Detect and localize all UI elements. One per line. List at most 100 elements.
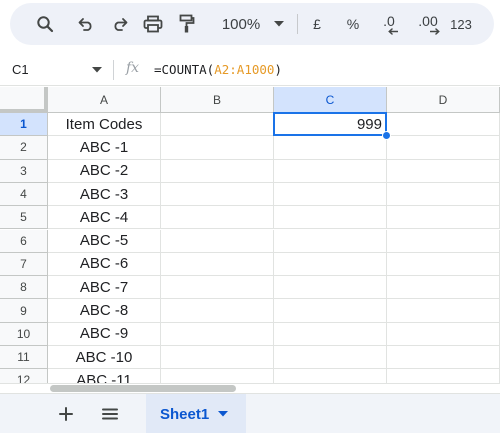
cell-d6[interactable]	[387, 229, 500, 253]
paint-format-button[interactable]	[174, 3, 200, 45]
formula-input[interactable]: =COUNTA(A2:A1000)	[154, 54, 282, 86]
horizontal-scrollbar-thumb[interactable]	[50, 385, 236, 392]
cell-a12[interactable]: ABC -11	[48, 369, 161, 383]
cell-b1[interactable]	[161, 113, 274, 137]
cell-b5[interactable]	[161, 206, 274, 230]
plus-icon	[59, 407, 73, 421]
name-box-caret-icon[interactable]	[92, 67, 102, 73]
cell-a6[interactable]: ABC -5	[48, 229, 161, 253]
row-header-12[interactable]: 12	[0, 369, 48, 383]
cell-c4[interactable]	[274, 182, 387, 207]
cell-b2[interactable]	[161, 136, 274, 160]
cell-b11[interactable]	[161, 346, 274, 370]
row-header-7[interactable]: 7	[0, 252, 48, 277]
cell-b9[interactable]	[161, 299, 274, 323]
cell-b7[interactable]	[161, 252, 274, 277]
row-header-11[interactable]: 11	[0, 346, 48, 370]
undo-button[interactable]	[74, 3, 98, 45]
cell-b4[interactable]	[161, 182, 274, 207]
toolbar-area: 100% £ % .0 .00 123	[0, 0, 500, 54]
cell-b12[interactable]	[161, 369, 274, 383]
cell-d3[interactable]	[387, 159, 500, 183]
toolbar-divider	[297, 14, 298, 34]
row-header-9[interactable]: 9	[0, 299, 48, 323]
cell-a9[interactable]: ABC -8	[48, 299, 161, 323]
formula-bar: C1 fx =COUNTA(A2:A1000)	[0, 54, 500, 86]
format-currency-button[interactable]: £	[308, 3, 326, 45]
cell-b10[interactable]	[161, 322, 274, 346]
column-header-a[interactable]: A	[48, 87, 161, 113]
horizontal-scrollbar[interactable]	[0, 383, 500, 393]
cell-b6[interactable]	[161, 229, 274, 253]
format-percent-button[interactable]: %	[342, 3, 364, 45]
zoom-value: 100%	[221, 15, 261, 33]
increase-decimal-button[interactable]: .00	[412, 3, 444, 45]
decrease-decimal-label: .0	[383, 13, 395, 29]
row-header-3[interactable]: 3	[0, 159, 48, 183]
cell-d11[interactable]	[387, 346, 500, 370]
cell-a10[interactable]: ABC -9	[48, 322, 161, 346]
cell-d4[interactable]	[387, 182, 500, 207]
cell-d8[interactable]	[387, 276, 500, 300]
caret-down-icon	[274, 21, 284, 27]
row-header-10[interactable]: 10	[0, 322, 48, 346]
cell-a5[interactable]: ABC -4	[48, 206, 161, 230]
redo-icon	[114, 18, 128, 31]
row-header-6[interactable]: 6	[0, 229, 48, 253]
cell-d10[interactable]	[387, 322, 500, 346]
column-header-d[interactable]: D	[387, 87, 500, 113]
cell-c10[interactable]	[274, 322, 387, 346]
row-header-2[interactable]: 2	[0, 136, 48, 160]
cell-d9[interactable]	[387, 299, 500, 323]
cell-d1[interactable]	[387, 113, 500, 137]
print-button[interactable]	[140, 3, 166, 45]
column-header-c[interactable]: C	[274, 87, 387, 113]
caret-down-icon[interactable]	[218, 411, 229, 417]
select-all-corner[interactable]	[0, 87, 48, 113]
cell-d12[interactable]	[387, 369, 500, 383]
add-sheet-button[interactable]	[56, 404, 76, 424]
paint-format-icon	[179, 14, 195, 33]
cell-a8[interactable]: ABC -7	[48, 276, 161, 300]
search-menus-button[interactable]	[32, 3, 58, 45]
column-header-b[interactable]: B	[161, 87, 274, 113]
undo-icon	[78, 18, 92, 31]
cell-c11[interactable]	[274, 346, 387, 370]
decrease-decimal-button[interactable]: .0	[374, 3, 404, 45]
cell-d2[interactable]	[387, 136, 500, 160]
cell-a2[interactable]: ABC -1	[48, 136, 161, 160]
cell-c5[interactable]	[274, 206, 387, 230]
cell-c1[interactable]: 999	[274, 113, 387, 137]
cell-d7[interactable]	[387, 252, 500, 277]
cell-b3[interactable]	[161, 159, 274, 183]
sheet-tab-sheet1[interactable]: Sheet1	[146, 394, 246, 433]
all-sheets-button[interactable]	[100, 404, 120, 424]
cell-a11[interactable]: ABC -10	[48, 346, 161, 370]
cell-b8[interactable]	[161, 276, 274, 300]
more-formats-button[interactable]: 123	[446, 3, 476, 45]
zoom-select[interactable]: 100%	[212, 3, 270, 45]
cell-c6[interactable]	[274, 229, 387, 253]
cell-c8[interactable]	[274, 276, 387, 300]
row-header-8[interactable]: 8	[0, 276, 48, 300]
cell-a4[interactable]: ABC -3	[48, 182, 161, 207]
printer-icon	[143, 15, 163, 33]
cell-a7[interactable]: ABC -6	[48, 252, 161, 277]
cell-d5[interactable]	[387, 206, 500, 230]
cell-c12[interactable]	[274, 369, 387, 383]
cell-c7[interactable]	[274, 252, 387, 277]
spreadsheet-grid[interactable]: A B C D 1 Item Codes 999 2 ABC -1 3 ABC -2 4 ABC -3 5…	[0, 87, 500, 383]
row-header-5[interactable]: 5	[0, 206, 48, 230]
cell-c3[interactable]	[274, 159, 387, 183]
zoom-dropdown[interactable]	[272, 3, 286, 45]
row-header-4[interactable]: 4	[0, 182, 48, 207]
cell-c2[interactable]	[274, 136, 387, 160]
arrow-left-icon	[388, 28, 398, 35]
name-box[interactable]: C1	[12, 54, 29, 86]
cell-c9[interactable]	[274, 299, 387, 323]
cell-a3[interactable]: ABC -2	[48, 159, 161, 183]
redo-button[interactable]	[108, 3, 132, 45]
menu-lines-icon	[102, 408, 118, 420]
cell-a1[interactable]: Item Codes	[48, 113, 161, 137]
row-header-1[interactable]: 1	[0, 113, 48, 137]
